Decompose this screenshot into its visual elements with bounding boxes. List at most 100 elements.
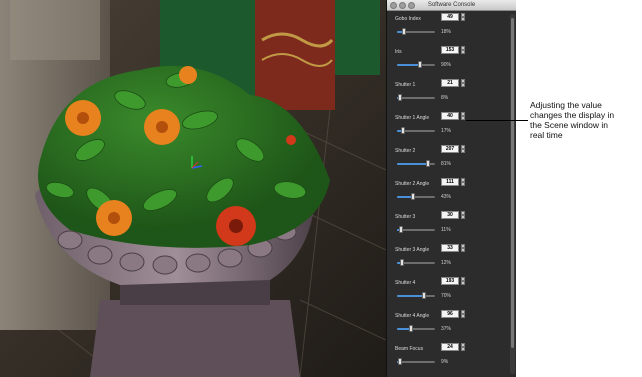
software-console-window: Software Console Gobo Index 49 18% Iris 153 9… bbox=[386, 0, 516, 377]
param-value-field[interactable]: 193 bbox=[441, 277, 459, 285]
param-slider[interactable] bbox=[397, 127, 435, 134]
param-label: Shutter 3 Angle bbox=[395, 247, 430, 253]
scene-view[interactable] bbox=[0, 0, 386, 377]
slider-thumb[interactable] bbox=[421, 292, 426, 299]
slider-thumb[interactable] bbox=[409, 325, 414, 332]
param-slider[interactable] bbox=[397, 193, 435, 200]
slider-fill bbox=[397, 295, 424, 297]
param-percent: 37% bbox=[441, 326, 452, 332]
stepper-down-icon[interactable] bbox=[461, 182, 465, 186]
param-label: Shutter 1 Angle bbox=[395, 115, 430, 121]
param-stepper[interactable] bbox=[461, 112, 465, 120]
param-value-field[interactable]: 40 bbox=[441, 112, 459, 120]
stepper-down-icon[interactable] bbox=[461, 215, 465, 219]
param-label: Gobo Index bbox=[395, 16, 421, 22]
param-row: Shutter 2 207 81% bbox=[387, 143, 509, 177]
param-row: Shutter 4 193 70% bbox=[387, 275, 509, 309]
param-row: Shutter 3 Angle 33 12% bbox=[387, 242, 509, 276]
stepper-down-icon[interactable] bbox=[461, 149, 465, 153]
param-stepper[interactable] bbox=[461, 46, 465, 54]
param-percent: 17% bbox=[441, 128, 452, 134]
param-row: Gobo Index 49 18% bbox=[387, 11, 509, 45]
param-label: Iris bbox=[395, 49, 402, 55]
stepper-down-icon[interactable] bbox=[461, 116, 465, 120]
slider-thumb[interactable] bbox=[401, 28, 406, 35]
stepper-down-icon[interactable] bbox=[461, 17, 465, 21]
param-row: Beam Focus 24 9% bbox=[387, 341, 509, 375]
callout-text: Adjusting the value changes the display … bbox=[530, 100, 642, 140]
param-row: Shutter 1 Angle 40 17% bbox=[387, 110, 509, 144]
param-value-field[interactable]: 30 bbox=[441, 211, 459, 219]
slider-thumb[interactable] bbox=[399, 259, 404, 266]
param-slider[interactable] bbox=[397, 259, 435, 266]
param-slider[interactable] bbox=[397, 358, 435, 365]
param-value-field[interactable]: 111 bbox=[441, 178, 459, 186]
param-stepper[interactable] bbox=[461, 343, 465, 351]
param-stepper[interactable] bbox=[461, 145, 465, 153]
param-label: Shutter 2 Angle bbox=[395, 181, 430, 187]
param-row: Shutter 2 Angle 111 43% bbox=[387, 176, 509, 210]
stepper-down-icon[interactable] bbox=[461, 248, 465, 252]
param-stepper[interactable] bbox=[461, 79, 465, 87]
stepper-down-icon[interactable] bbox=[461, 347, 465, 351]
param-percent: 81% bbox=[441, 161, 452, 167]
param-label: Shutter 4 Angle bbox=[395, 313, 430, 319]
param-value-field[interactable]: 21 bbox=[441, 79, 459, 87]
param-value-field[interactable]: 24 bbox=[441, 343, 459, 351]
param-slider[interactable] bbox=[397, 160, 435, 167]
param-value-field[interactable]: 153 bbox=[441, 46, 459, 54]
param-percent: 43% bbox=[441, 194, 452, 200]
slider-thumb[interactable] bbox=[398, 94, 403, 101]
param-percent: 18% bbox=[441, 29, 452, 35]
callout-line-4: real time bbox=[530, 130, 563, 140]
stepper-down-icon[interactable] bbox=[461, 314, 465, 318]
slider-thumb[interactable] bbox=[398, 358, 403, 365]
param-label: Shutter 2 bbox=[395, 148, 416, 154]
param-value-field[interactable]: 33 bbox=[441, 244, 459, 252]
param-row: Shutter 4 Angle 96 37% bbox=[387, 308, 509, 342]
slider-thumb[interactable] bbox=[425, 160, 430, 167]
param-slider[interactable] bbox=[397, 28, 435, 35]
param-percent: 11% bbox=[441, 227, 451, 233]
param-slider[interactable] bbox=[397, 61, 435, 68]
param-slider[interactable] bbox=[397, 226, 435, 233]
console-titlebar[interactable]: Software Console bbox=[387, 0, 516, 11]
param-stepper[interactable] bbox=[461, 178, 465, 186]
callout-line-2: changes the display in bbox=[530, 110, 615, 120]
param-percent: 12% bbox=[441, 260, 452, 266]
param-percent: 8% bbox=[441, 95, 449, 101]
param-stepper[interactable] bbox=[461, 310, 465, 318]
param-label: Beam Focus bbox=[395, 346, 424, 352]
param-value-field[interactable]: 49 bbox=[441, 13, 459, 21]
param-percent: 70% bbox=[441, 293, 452, 299]
param-stepper[interactable] bbox=[461, 244, 465, 252]
param-row: Shutter 1 21 8% bbox=[387, 77, 509, 111]
scrollbar-thumb[interactable] bbox=[511, 18, 514, 348]
callout-line-1: Adjusting the value bbox=[530, 100, 602, 110]
param-row: Shutter 3 30 11% bbox=[387, 209, 509, 243]
param-label: Shutter 4 bbox=[395, 280, 416, 286]
param-percent: 9% bbox=[441, 359, 449, 365]
param-stepper[interactable] bbox=[461, 13, 465, 21]
slider-thumb[interactable] bbox=[401, 127, 406, 134]
param-label: Shutter 3 bbox=[395, 214, 416, 220]
slider-thumb[interactable] bbox=[417, 61, 422, 68]
param-slider[interactable] bbox=[397, 94, 435, 101]
stepper-down-icon[interactable] bbox=[461, 50, 465, 54]
console-title: Software Console bbox=[427, 2, 476, 8]
slider-thumb[interactable] bbox=[399, 226, 404, 233]
param-slider[interactable] bbox=[397, 292, 435, 299]
param-slider[interactable] bbox=[397, 325, 435, 332]
stepper-down-icon[interactable] bbox=[461, 281, 465, 285]
slider-thumb[interactable] bbox=[411, 193, 416, 200]
scene-render bbox=[0, 0, 386, 377]
stepper-down-icon[interactable] bbox=[461, 83, 465, 87]
param-value-field[interactable]: 207 bbox=[441, 145, 459, 153]
callout-leader-line bbox=[466, 120, 528, 121]
param-stepper[interactable] bbox=[461, 211, 465, 219]
param-value-field[interactable]: 96 bbox=[441, 310, 459, 318]
param-label: Shutter 1 bbox=[395, 82, 416, 88]
console-scrollbar[interactable] bbox=[510, 14, 515, 374]
param-stepper[interactable] bbox=[461, 277, 465, 285]
param-percent: 90% bbox=[441, 62, 452, 68]
